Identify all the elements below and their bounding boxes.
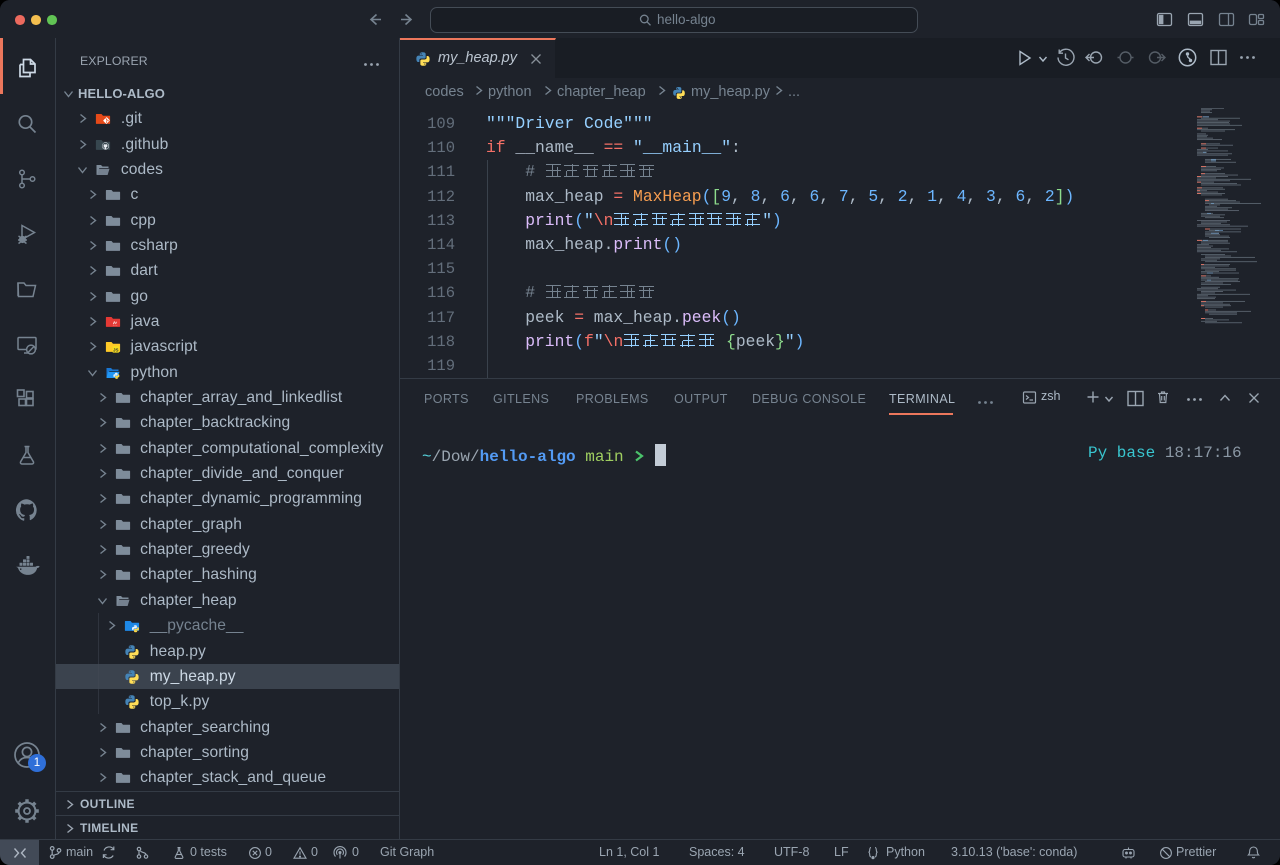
svg-text:JS: JS bbox=[113, 348, 119, 353]
